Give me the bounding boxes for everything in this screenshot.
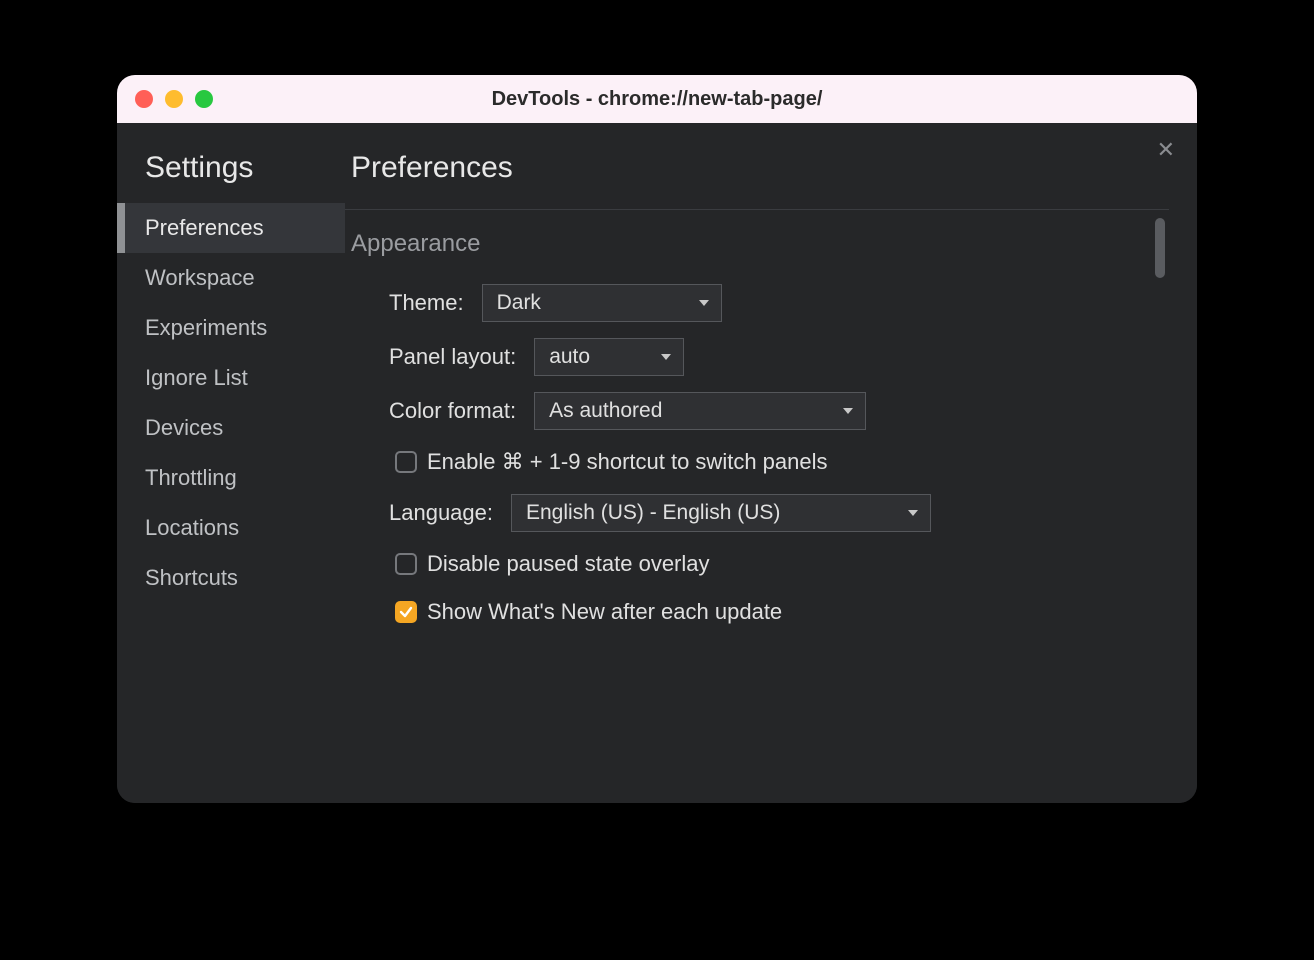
show-whats-new-checkbox[interactable] [395,601,417,623]
color-format-select[interactable]: As authored [534,392,866,430]
row-theme: Theme: Dark [351,276,1169,330]
settings-sidebar: Settings Preferences Workspace Experimen… [117,123,345,803]
traffic-lights [117,90,213,108]
sidebar-item-workspace[interactable]: Workspace [117,253,345,303]
disable-overlay-label: Disable paused state overlay [427,551,710,577]
sidebar-item-label: Experiments [145,315,267,340]
enable-shortcut-label: Enable ⌘ + 1-9 shortcut to switch panels [427,449,828,475]
theme-select-value: Dark [497,291,541,315]
chevron-down-icon [843,408,853,414]
window-zoom-button[interactable] [195,90,213,108]
row-show-whats-new: Show What's New after each update [351,588,1169,636]
settings-body: ✕ Settings Preferences Workspace Experim… [117,123,1197,803]
sidebar-item-label: Locations [145,515,239,540]
chevron-down-icon [699,300,709,306]
window-titlebar: DevTools - chrome://new-tab-page/ [117,75,1197,123]
panel-layout-label: Panel layout: [389,344,516,370]
window-close-button[interactable] [135,90,153,108]
theme-label: Theme: [389,290,464,316]
sidebar-item-ignore-list[interactable]: Ignore List [117,353,345,403]
theme-select[interactable]: Dark [482,284,722,322]
show-whats-new-label: Show What's New after each update [427,599,782,625]
close-icon[interactable]: ✕ [1157,139,1175,161]
panel-layout-select[interactable]: auto [534,338,684,376]
settings-main: Preferences Appearance Theme: Dark Panel… [345,123,1197,803]
scrollbar-thumb[interactable] [1155,218,1165,278]
language-label: Language: [389,500,493,526]
window-minimize-button[interactable] [165,90,183,108]
color-format-label: Color format: [389,398,516,424]
chevron-down-icon [661,354,671,360]
sidebar-title: Settings [117,151,345,203]
sidebar-item-throttling[interactable]: Throttling [117,453,345,503]
sidebar-item-label: Ignore List [145,365,248,390]
sidebar-item-label: Throttling [145,465,237,490]
sidebar-item-label: Workspace [145,265,255,290]
disable-overlay-checkbox[interactable] [395,553,417,575]
row-enable-shortcut: Enable ⌘ + 1-9 shortcut to switch panels [351,438,1169,486]
sidebar-item-devices[interactable]: Devices [117,403,345,453]
row-language: Language: English (US) - English (US) [351,486,1169,540]
section-heading-appearance: Appearance [351,210,1169,276]
panel-layout-select-value: auto [549,345,590,369]
chevron-down-icon [908,510,918,516]
devtools-settings-window: DevTools - chrome://new-tab-page/ ✕ Sett… [117,75,1197,803]
window-title: DevTools - chrome://new-tab-page/ [117,88,1197,111]
language-select-value: English (US) - English (US) [526,501,780,525]
sidebar-item-locations[interactable]: Locations [117,503,345,553]
preferences-scroll[interactable]: Appearance Theme: Dark Panel layout: aut… [345,209,1169,803]
sidebar-item-preferences[interactable]: Preferences [117,203,345,253]
language-select[interactable]: English (US) - English (US) [511,494,931,532]
sidebar-item-label: Preferences [145,215,264,240]
sidebar-item-label: Devices [145,415,223,440]
enable-shortcut-checkbox[interactable] [395,451,417,473]
row-color-format: Color format: As authored [351,384,1169,438]
page-title: Preferences [345,151,1169,209]
sidebar-item-label: Shortcuts [145,565,238,590]
color-format-select-value: As authored [549,399,662,423]
sidebar-item-experiments[interactable]: Experiments [117,303,345,353]
sidebar-item-shortcuts[interactable]: Shortcuts [117,553,345,603]
row-panel-layout: Panel layout: auto [351,330,1169,384]
row-disable-overlay: Disable paused state overlay [351,540,1169,588]
